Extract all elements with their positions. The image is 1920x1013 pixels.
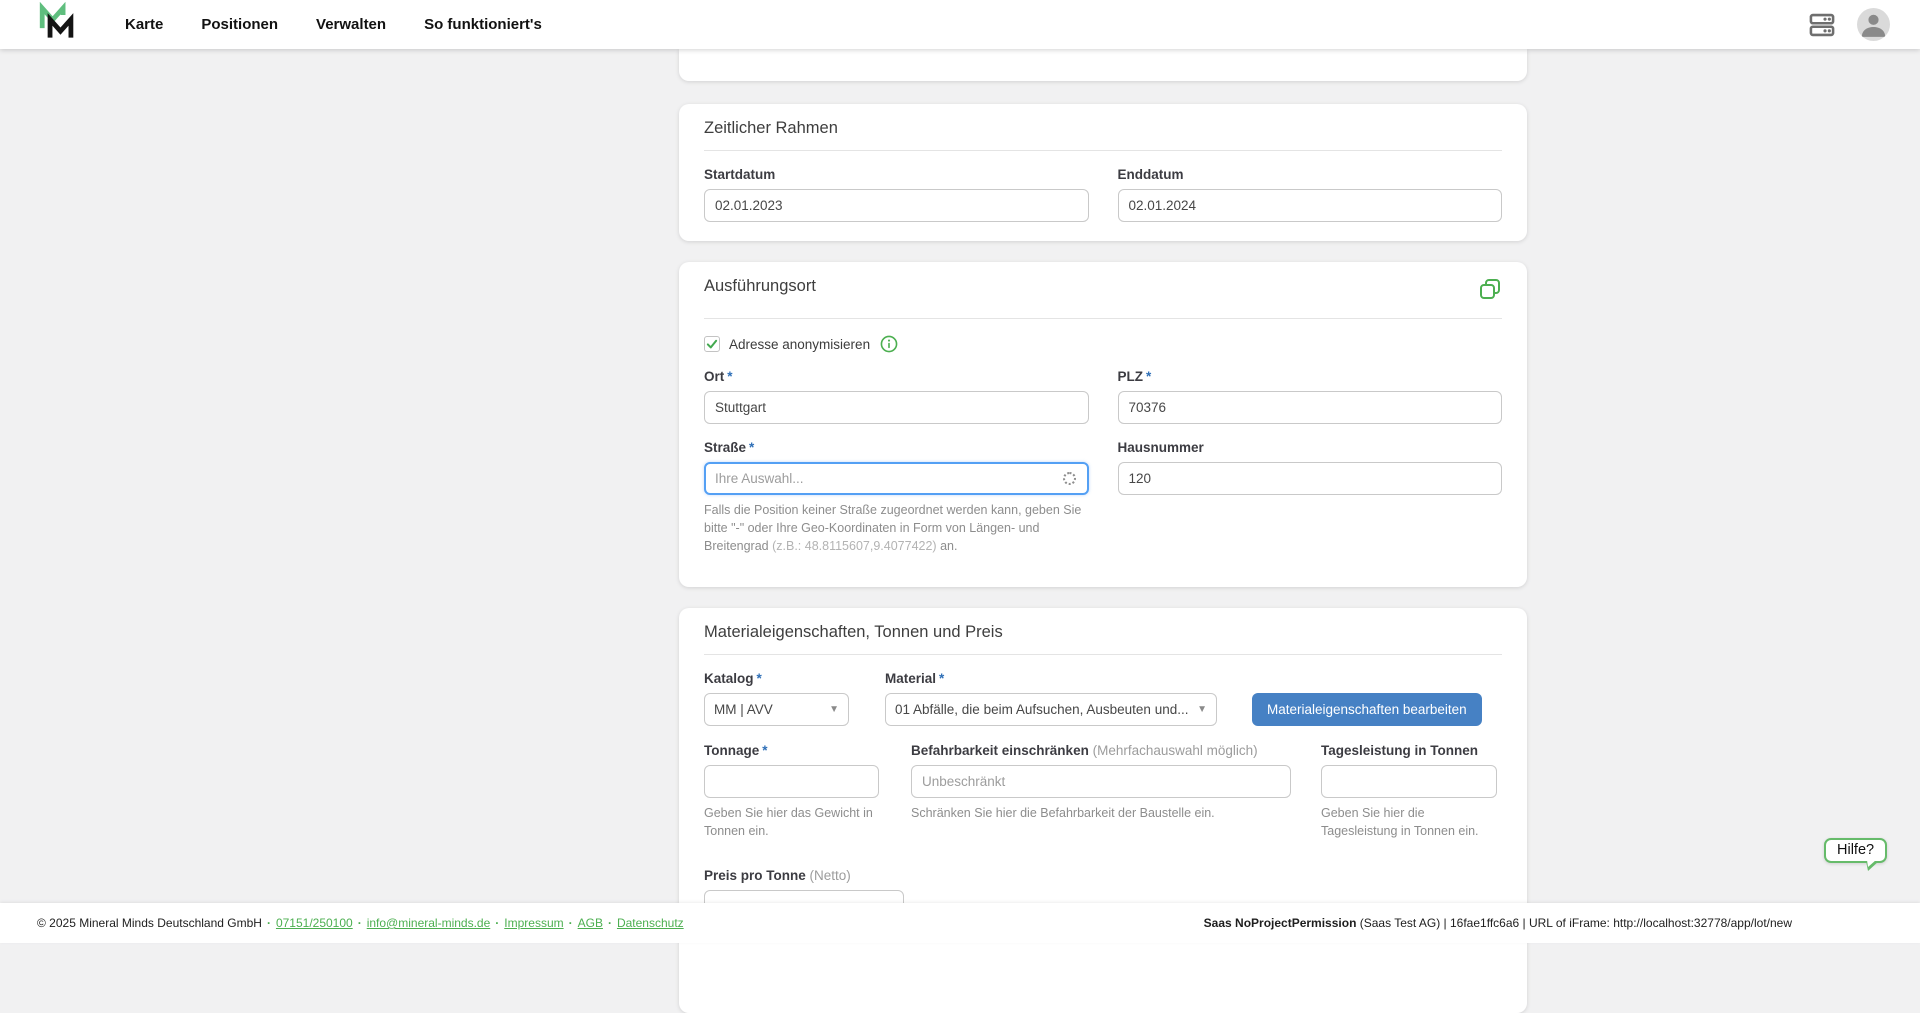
copyright-text: © 2025 Mineral Minds Deutschland GmbH [37, 916, 262, 930]
katalog-select[interactable]: MM | AVV ▼ [704, 693, 849, 726]
tonnage-helper-text: Geben Sie hier das Gewicht in Tonnen ein… [704, 805, 879, 841]
field-material: Material* 01 Abfälle, die beim Aufsuchen… [885, 655, 1217, 726]
field-tonnage: Tonnage* Geben Sie hier das Gewicht in T… [704, 743, 879, 841]
strasse-helper-text: Falls die Position keiner Straße zugeord… [704, 502, 1089, 555]
anonymize-checkbox[interactable] [704, 336, 720, 352]
nav-item-positionen[interactable]: Positionen [201, 16, 278, 33]
footer: © 2025 Mineral Minds Deutschland GmbH · … [0, 903, 1920, 943]
footer-separator: · [569, 916, 573, 930]
form-content: Zeitlicher Rahmen Startdatum Enddatum Au… [679, 49, 1527, 1013]
field-plz: PLZ* [1118, 353, 1503, 424]
section-title: Zeitlicher Rahmen [704, 119, 1502, 138]
section-material: Materialeigenschaften, Tonnen und Preis … [679, 608, 1527, 1013]
tagesleistung-input[interactable] [1321, 765, 1497, 798]
footer-phone-link[interactable]: 07151/250100 [276, 916, 353, 930]
tagesleistung-label: Tagesleistung in Tonnen [1321, 743, 1497, 759]
tonnage-input[interactable] [704, 765, 879, 798]
field-hausnummer: Hausnummer [1118, 424, 1503, 555]
field-tagesleistung: Tagesleistung in Tonnen Geben Sie hier d… [1321, 743, 1497, 841]
server-dns-icon[interactable] [1807, 10, 1837, 40]
strasse-label: Straße* [704, 440, 1089, 456]
footer-separator: · [358, 916, 362, 930]
plz-label: PLZ* [1118, 369, 1503, 385]
user-avatar[interactable] [1857, 8, 1890, 41]
material-label: Material* [885, 671, 1217, 687]
enddatum-label: Enddatum [1118, 167, 1503, 183]
mineral-minds-logo-icon [37, 2, 77, 47]
footer-agb-link[interactable]: AGB [578, 916, 603, 930]
befahrbarkeit-label: Befahrbarkeit einschränken (Mehrfachausw… [911, 743, 1291, 759]
befahrbarkeit-input[interactable] [911, 765, 1291, 798]
hausnummer-label: Hausnummer [1118, 440, 1503, 456]
footer-separator: · [495, 916, 499, 930]
loading-spinner-icon [1063, 472, 1076, 485]
anonymize-label[interactable]: Adresse anonymisieren [729, 337, 870, 352]
footer-impressum-link[interactable]: Impressum [504, 916, 563, 930]
navbar-right [1807, 8, 1890, 41]
hausnummer-input[interactable] [1118, 462, 1503, 495]
tagesleistung-helper-text: Geben Sie hier die Tagesleistung in Tonn… [1321, 805, 1497, 841]
required-marker: * [939, 671, 944, 686]
required-marker: * [1146, 369, 1151, 384]
top-navbar: Karte Positionen Verwalten So funktionie… [0, 0, 1920, 49]
ort-input[interactable] [704, 391, 1089, 424]
section-title: Ausführungsort [704, 277, 816, 296]
anonymize-row: Adresse anonymisieren [704, 335, 1502, 353]
nav-item-karte[interactable]: Karte [125, 16, 163, 33]
field-startdatum: Startdatum [704, 151, 1089, 222]
nav-item-verwalten[interactable]: Verwalten [316, 16, 386, 33]
chevron-down-icon: ▼ [829, 704, 839, 715]
field-befahrbarkeit: Befahrbarkeit einschränken (Mehrfachausw… [911, 743, 1291, 841]
previous-card-partial [679, 49, 1527, 81]
materialeigenschaften-bearbeiten-button[interactable]: Materialeigenschaften bearbeiten [1252, 693, 1482, 726]
plz-input[interactable] [1118, 391, 1503, 424]
section-title: Materialeigenschaften, Tonnen und Preis [704, 623, 1502, 642]
footer-email-link[interactable]: info@mineral-minds.de [367, 916, 491, 930]
divider [704, 318, 1502, 319]
required-marker: * [762, 743, 767, 758]
session-permission-text: Saas NoProjectPermission [1204, 916, 1357, 930]
befahrbarkeit-helper-text: Schränken Sie hier die Befahrbarkeit der… [911, 805, 1291, 823]
required-marker: * [727, 369, 732, 384]
copy-icon[interactable] [1478, 277, 1502, 306]
chevron-down-icon: ▼ [1197, 704, 1207, 715]
section-ausfuehrungsort: Ausführungsort Adresse anonymisieren [679, 262, 1527, 587]
section-zeitlicher-rahmen: Zeitlicher Rahmen Startdatum Enddatum [679, 104, 1527, 241]
katalog-label: Katalog* [704, 671, 849, 687]
field-katalog: Katalog* MM | AVV ▼ [704, 655, 849, 726]
enddatum-input[interactable] [1118, 189, 1503, 222]
startdatum-input[interactable] [704, 189, 1089, 222]
nav-item-so-funktionierts[interactable]: So funktioniert's [424, 16, 542, 33]
ort-label: Ort* [704, 369, 1089, 385]
startdatum-label: Startdatum [704, 167, 1089, 183]
required-marker: * [749, 440, 754, 455]
checkmark-icon [706, 338, 718, 350]
footer-datenschutz-link[interactable]: Datenschutz [617, 916, 684, 930]
field-strasse: Straße* Falls die Position keiner Straße… [704, 424, 1089, 555]
field-enddatum: Enddatum [1118, 151, 1503, 222]
info-icon[interactable] [880, 335, 898, 353]
person-icon [1857, 8, 1890, 41]
field-ort: Ort* [704, 353, 1089, 424]
footer-separator: · [608, 916, 612, 930]
session-details-text: (Saas Test AG) | 16fae1ffc6a6 | URL of i… [1356, 916, 1792, 930]
required-marker: * [757, 671, 762, 686]
strasse-input[interactable] [704, 462, 1089, 495]
brand-logo[interactable] [37, 5, 77, 45]
footer-left: © 2025 Mineral Minds Deutschland GmbH · … [37, 916, 684, 930]
main-nav: Karte Positionen Verwalten So funktionie… [125, 16, 542, 33]
footer-separator: · [267, 916, 271, 930]
preis-label: Preis pro Tonne (Netto) [704, 868, 1502, 884]
footer-session-info: Saas NoProjectPermission (Saas Test AG) … [1204, 916, 1792, 930]
material-select[interactable]: 01 Abfälle, die beim Aufsuchen, Ausbeute… [885, 693, 1217, 726]
help-button-label: Hilfe? [1837, 842, 1874, 858]
help-button[interactable]: Hilfe? [1824, 838, 1887, 863]
tonnage-label: Tonnage* [704, 743, 879, 759]
